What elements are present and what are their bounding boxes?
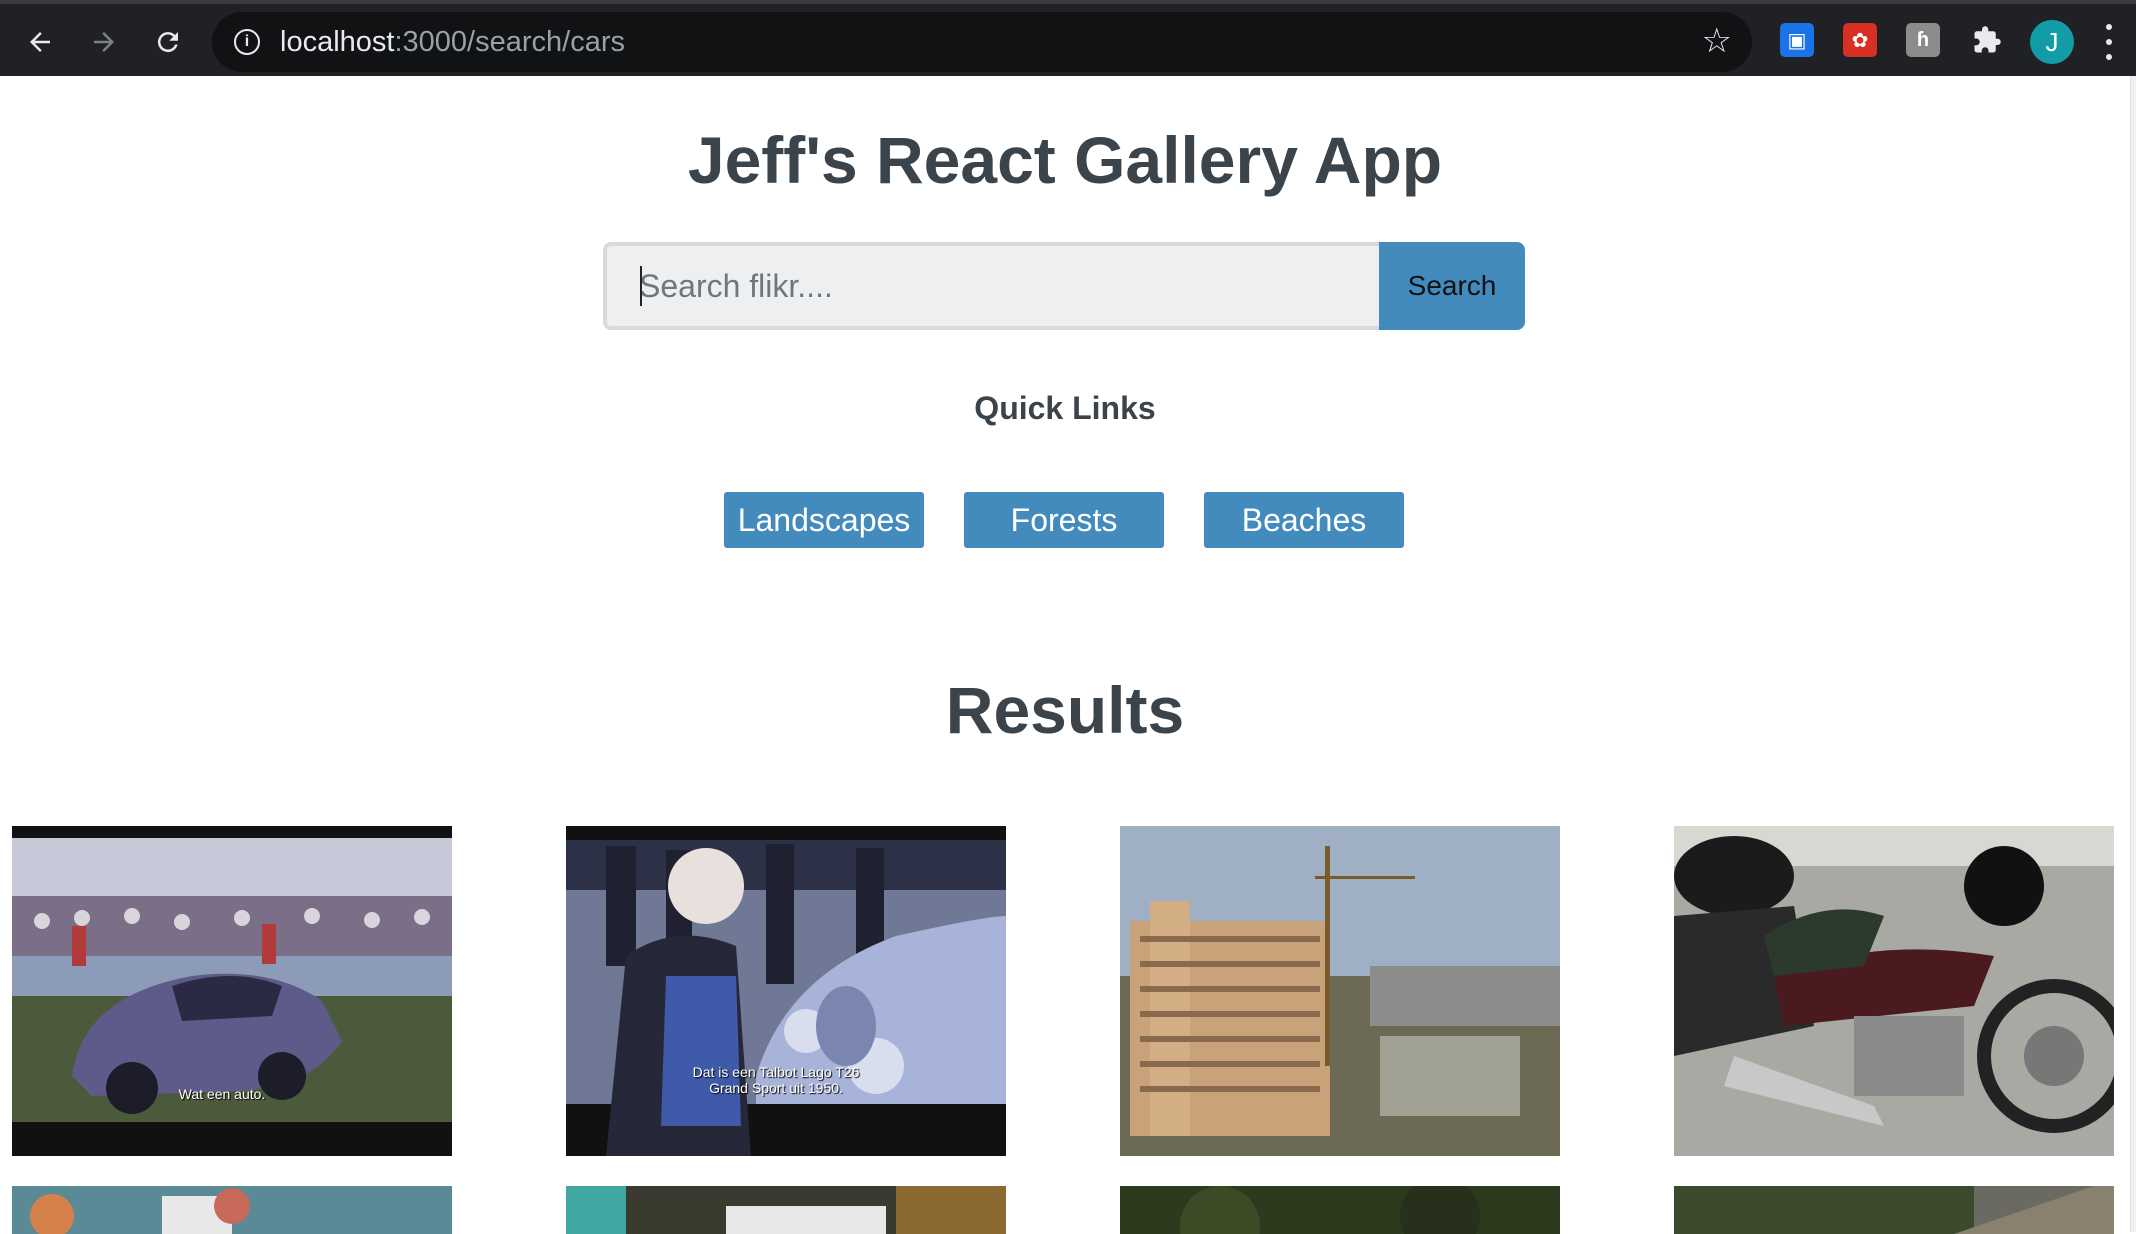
info-icon[interactable]: i (234, 29, 260, 55)
search-form: Search (603, 242, 1525, 330)
extension-icon[interactable]: ▣ (1780, 23, 1814, 57)
photo-motorcycle[interactable] (1674, 826, 2114, 1156)
search-button[interactable]: Search (1379, 242, 1525, 330)
photo-caption: Dat is een Talbot Lago T26 Grand Sport ui… (692, 1064, 860, 1096)
menu-icon[interactable] (2104, 24, 2114, 60)
results-heading: Results (945, 673, 1185, 747)
puzzle-icon[interactable] (1970, 23, 2004, 57)
extension-icon[interactable]: ɦ (1906, 23, 1940, 57)
forward-icon[interactable] (80, 18, 128, 66)
photo-thumbnail[interactable] (566, 1186, 1006, 1234)
photo-talbot-lago[interactable]: Dat is een Talbot Lago T26 Grand Sport ui… (566, 826, 1006, 1156)
photo-car-show[interactable]: Wat een auto. (12, 826, 452, 1156)
browser-toolbar: i localhost:3000/search/cars ☆ ▣ ✿ ɦ J (0, 0, 2136, 76)
back-icon[interactable] (16, 18, 64, 66)
quick-links-nav: Landscapes Forests Beaches (724, 492, 1404, 548)
photo-construction[interactable] (1120, 826, 1560, 1156)
extension-icon[interactable]: ✿ (1843, 23, 1877, 57)
photo-thumbnail[interactable] (1120, 1186, 1560, 1234)
photo-thumbnail[interactable] (1674, 1186, 2114, 1234)
photo-thumbnail[interactable] (12, 1186, 452, 1234)
quick-link-forests[interactable]: Forests (964, 492, 1164, 548)
reload-icon[interactable] (144, 18, 192, 66)
avatar[interactable]: J (2030, 20, 2074, 64)
quick-links-heading: Quick Links (974, 390, 1156, 426)
text-caret (640, 266, 642, 306)
scrollbar[interactable] (2130, 76, 2136, 1232)
address-bar[interactable]: i localhost:3000/search/cars ☆ (212, 12, 1752, 72)
search-input[interactable] (603, 242, 1379, 330)
star-icon[interactable]: ☆ (1702, 24, 1732, 58)
url-text[interactable]: localhost:3000/search/cars (280, 26, 625, 59)
photo-caption: Wat een auto. (178, 1086, 266, 1102)
page-title: Jeff's React Gallery App (687, 123, 1443, 197)
page: Jeff's React Gallery App Search Quick Li… (0, 76, 2130, 1234)
quick-link-beaches[interactable]: Beaches (1204, 492, 1404, 548)
quick-link-landscapes[interactable]: Landscapes (724, 492, 924, 548)
